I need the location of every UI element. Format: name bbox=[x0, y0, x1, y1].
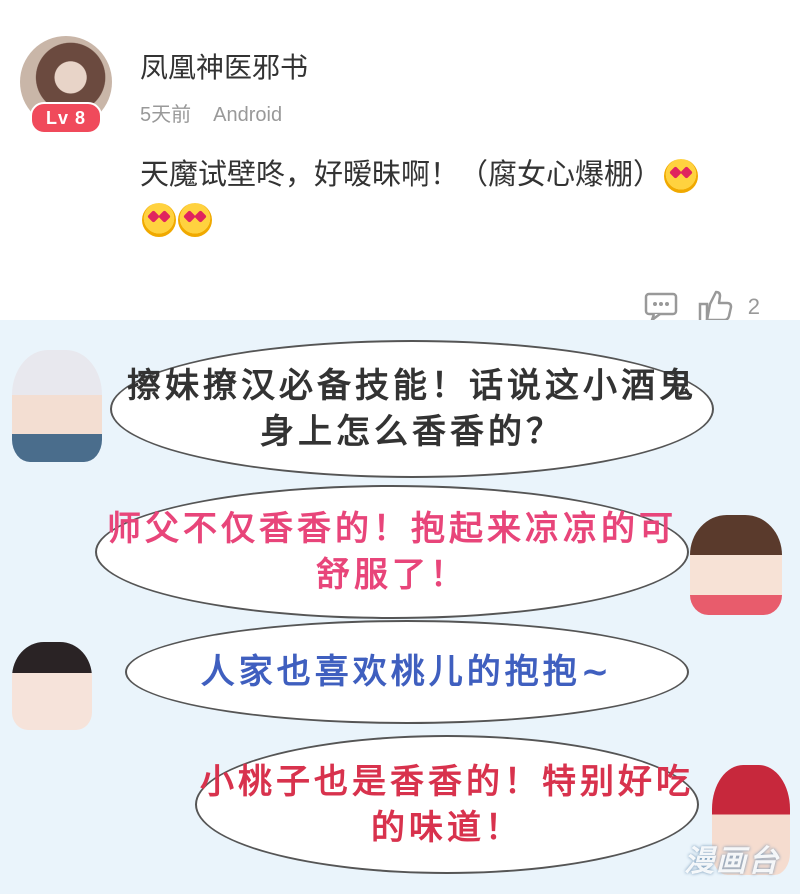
speech-bubble-1: 擦妹撩汉必备技能！话说这小酒鬼身上怎么香香的？ bbox=[110, 340, 714, 478]
level-badge: Lv 8 bbox=[30, 102, 102, 134]
username[interactable]: 凤凰神医邪书 bbox=[140, 46, 308, 86]
speech-bubble-4: 小桃子也是香香的！特别好吃的味道！ bbox=[195, 735, 699, 874]
speech-bubble-3: 人家也喜欢桃儿的抱抱~ bbox=[125, 620, 689, 724]
comment-device: Android bbox=[213, 104, 283, 126]
comment-body: 天魔试壁咚，好暧昧啊！（腐女心爆棚） bbox=[140, 157, 663, 191]
comic-panel: 擦妹撩汉必备技能！话说这小酒鬼身上怎么香香的？ 师父不仅香香的！抱起来凉凉的可舒… bbox=[0, 320, 800, 894]
comment-icon[interactable] bbox=[644, 292, 678, 322]
thumbs-up-icon[interactable] bbox=[698, 290, 734, 324]
character-white-hair bbox=[12, 350, 102, 462]
heart-eyes-emoji bbox=[142, 203, 176, 237]
comment-actions: 2 bbox=[634, 290, 760, 324]
character-brown-hair bbox=[690, 515, 782, 615]
heart-eyes-emoji bbox=[178, 203, 212, 237]
comment-meta: 5天前 Android bbox=[140, 98, 282, 127]
comment-card: Lv 8 凤凰神医邪书 5天前 Android 天魔试壁咚，好暧昧啊！（腐女心爆棚… bbox=[0, 0, 800, 330]
heart-eyes-emoji bbox=[664, 159, 699, 193]
watermark-logo: 漫画台 bbox=[684, 844, 780, 879]
character-black-hair bbox=[12, 642, 92, 730]
comment-time: 5天前 bbox=[140, 104, 192, 126]
comment-text: 天魔试壁咚，好暧昧啊！（腐女心爆棚） bbox=[140, 152, 780, 240]
like-count: 2 bbox=[747, 294, 760, 319]
speech-bubble-2: 师父不仅香香的！抱起来凉凉的可舒服了！ bbox=[95, 485, 689, 619]
